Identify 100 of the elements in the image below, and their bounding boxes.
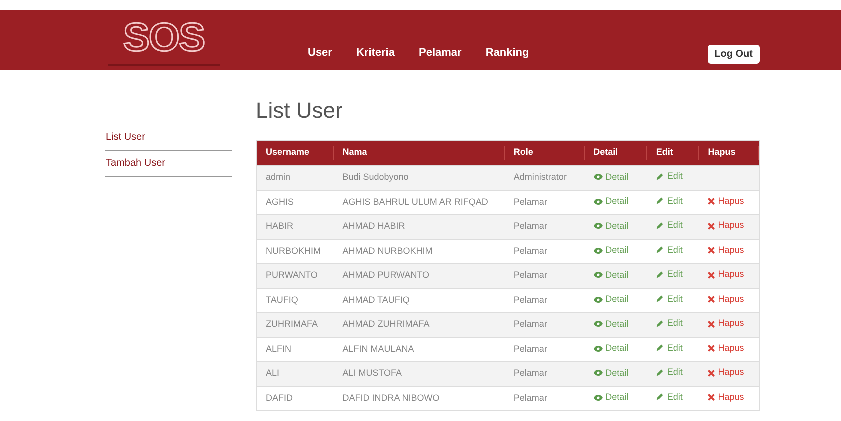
delete-link[interactable]: Hapus — [708, 219, 744, 233]
sidebar-link[interactable]: List User — [105, 125, 232, 151]
edit-link[interactable]: Edit — [656, 268, 683, 282]
pencil-icon — [656, 172, 664, 181]
edit-link[interactable]: Edit — [656, 170, 683, 184]
detail-link[interactable]: Detail — [594, 244, 629, 258]
nav-link[interactable]: User — [308, 44, 332, 61]
eye-icon — [594, 223, 603, 230]
eye-icon — [594, 296, 603, 303]
table-cell-text: Pelamar — [512, 392, 548, 404]
edit-link[interactable]: Edit — [656, 219, 683, 233]
table-cell-text: DAFID INDRA NIBOWO — [342, 392, 441, 404]
pencil-icon — [656, 197, 664, 206]
pencil-icon — [656, 270, 664, 279]
detail-link[interactable]: Detail — [594, 342, 629, 356]
close-icon — [708, 370, 716, 377]
table-cell-text: Pelamar — [512, 294, 548, 306]
close-icon — [708, 247, 716, 254]
table-cell-text: ZUHRIMAFA — [265, 318, 320, 331]
close-icon — [708, 198, 716, 206]
edit-link[interactable]: Edit — [656, 342, 683, 356]
close-icon — [708, 394, 716, 402]
table-cell-text: Administrator — [512, 171, 568, 184]
table-cell-text: AGHIS — [265, 196, 296, 208]
table-cell-text: Pelamar — [512, 220, 548, 233]
column-header: Nama — [334, 146, 505, 160]
table-cell-text: PURWANTO — [265, 269, 319, 282]
table-cell-text: Pelamar — [512, 342, 548, 356]
pencil-icon — [656, 320, 664, 328]
delete-link[interactable]: Hapus — [708, 366, 744, 380]
detail-link[interactable]: Detail — [594, 170, 629, 184]
nav-link[interactable]: Ranking — [486, 44, 530, 61]
eye-icon — [594, 394, 603, 401]
table-cell-text: ALI MUSTOFA — [342, 367, 404, 380]
detail-link[interactable]: Detail — [594, 268, 629, 282]
table-cell-text: Pelamar — [512, 269, 548, 282]
table-cell-text: AHMAD PURWANTO — [342, 269, 431, 282]
pencil-icon — [656, 295, 664, 304]
delete-link[interactable]: Hapus — [708, 390, 744, 404]
column-header: Detail — [584, 146, 648, 160]
column-header: Hapus — [699, 146, 760, 160]
page-title: List User — [256, 97, 344, 125]
table-cell-text: Pelamar — [512, 367, 548, 380]
nav-link[interactable]: Kriteria — [356, 44, 395, 61]
delete-link[interactable]: Hapus — [708, 292, 744, 306]
eye-icon — [594, 346, 603, 352]
delete-link[interactable]: Hapus — [708, 268, 744, 282]
pencil-icon — [656, 344, 664, 352]
column-header: Role — [504, 146, 585, 160]
eye-icon — [594, 174, 603, 180]
detail-link[interactable]: Detail — [594, 391, 629, 405]
delete-link[interactable]: Hapus — [708, 244, 744, 258]
logout-button[interactable]: Log Out — [708, 45, 760, 64]
detail-link[interactable]: Detail — [594, 293, 629, 307]
edit-link[interactable]: Edit — [656, 194, 683, 208]
detail-link[interactable]: Detail — [594, 195, 629, 209]
table-cell-text: Budi Sudobyono — [342, 171, 410, 184]
table-cell-text: admin — [265, 171, 292, 184]
edit-link[interactable]: Edit — [656, 390, 683, 404]
eye-icon — [594, 321, 603, 328]
table-cell-text: DAFID — [265, 392, 294, 404]
delete-link[interactable]: Hapus — [708, 317, 744, 331]
eye-icon — [594, 198, 603, 205]
nav-link[interactable]: Pelamar — [419, 44, 462, 61]
table-cell-text: ALFIN MAULANA — [342, 342, 416, 356]
pencil-icon — [656, 222, 664, 230]
eye-icon — [594, 272, 603, 278]
eye-icon — [594, 248, 603, 254]
close-icon — [708, 222, 716, 230]
delete-link[interactable]: Hapus — [708, 342, 744, 356]
edit-link[interactable]: Edit — [656, 317, 683, 331]
detail-link[interactable]: Detail — [594, 318, 629, 332]
close-icon — [708, 320, 716, 328]
table-cell-text: AHMAD HABIR — [342, 220, 406, 233]
table-cell-text: AGHIS BAHRUL ULUM AR RIFQAD — [342, 196, 490, 209]
eye-icon — [594, 370, 603, 376]
logo[interactable]: SOS — [108, 12, 220, 66]
table-cell-text: Pelamar — [512, 196, 548, 208]
close-icon — [708, 272, 716, 279]
table-cell-text: Pelamar — [512, 244, 548, 258]
table-cell-text: AHMAD ZUHRIMAFA — [342, 318, 431, 331]
edit-link[interactable]: Edit — [656, 292, 683, 306]
close-icon — [708, 296, 716, 304]
pencil-icon — [656, 393, 664, 402]
table-cell-text: HABIR — [265, 220, 295, 233]
table-cell-text: ALI — [265, 367, 281, 380]
pencil-icon — [656, 246, 664, 254]
detail-link[interactable]: Detail — [594, 366, 629, 380]
column-header: Edit — [647, 146, 700, 160]
close-icon — [708, 345, 716, 352]
sidebar-link[interactable]: Tambah User — [105, 151, 232, 177]
table-cell-text: NURBOKHIM — [265, 244, 322, 258]
column-header: Username — [257, 146, 334, 160]
edit-link[interactable]: Edit — [656, 244, 683, 258]
table-cell-text: AHMAD TAUFIQ — [342, 294, 411, 307]
pencil-icon — [656, 368, 664, 377]
edit-link[interactable]: Edit — [656, 366, 683, 380]
table-cell-text: AHMAD NURBOKHIM — [342, 244, 434, 258]
detail-link[interactable]: Detail — [594, 220, 629, 234]
delete-link[interactable]: Hapus — [708, 194, 744, 208]
